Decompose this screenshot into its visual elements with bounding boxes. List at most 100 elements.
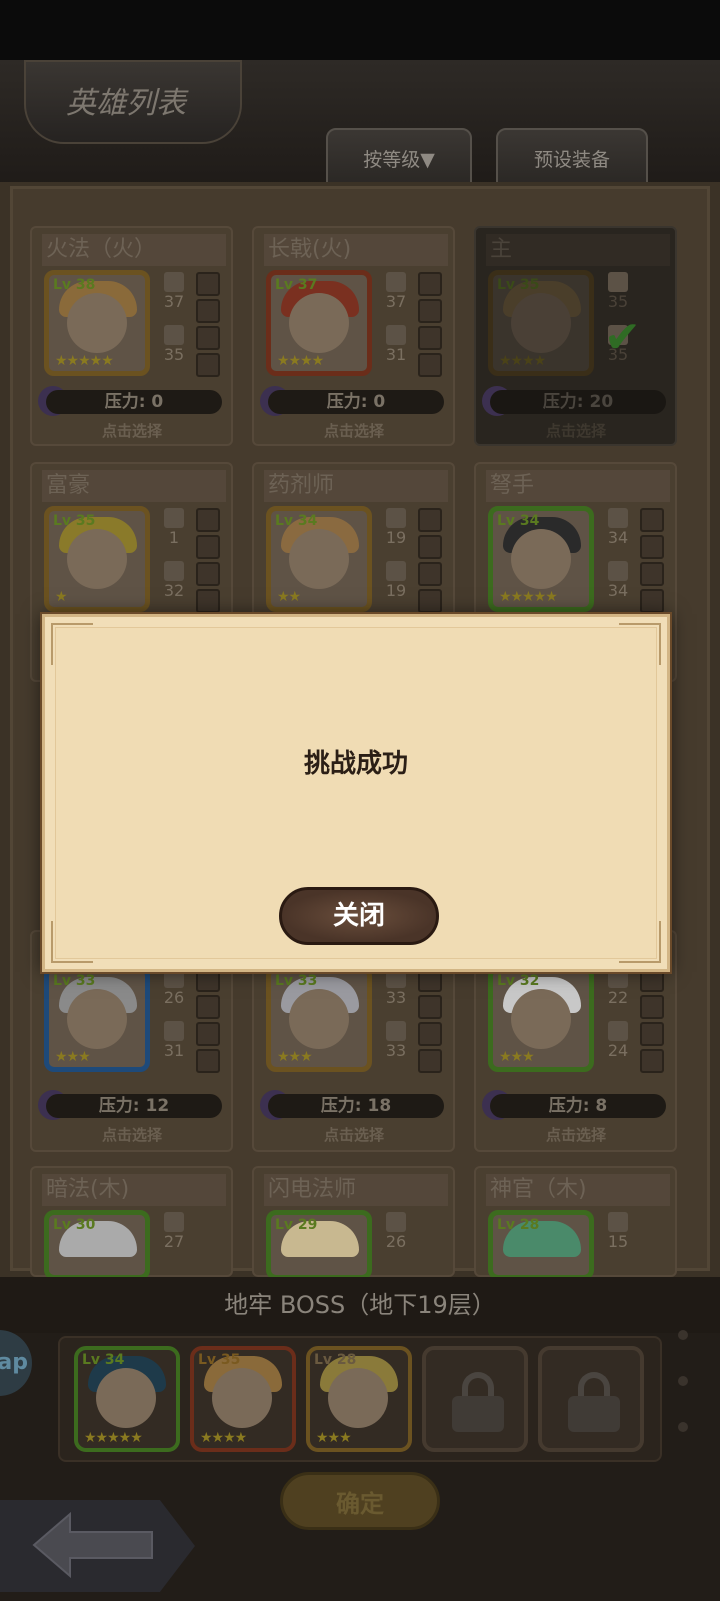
stage-title: 地牢 BOSS（地下19层） <box>0 1277 720 1333</box>
hero-card[interactable]: 暗法(木) Lv 30 27 <box>30 1166 233 1280</box>
hero-level: Lv 33 <box>275 973 318 989</box>
hero-portrait: Lv 28 <box>488 1210 594 1280</box>
equipment-slots <box>196 272 220 380</box>
hero-stars: ★★★★ <box>499 353 546 369</box>
hero-card[interactable]: 闪电法师 Lv 29 26 <box>252 1166 455 1280</box>
success-dialog: 挑战成功 关闭 <box>42 614 670 972</box>
hero-portrait: Lv 30 <box>44 1210 150 1280</box>
select-label[interactable]: 点击选择 <box>264 420 444 440</box>
defense-value: 31 <box>385 345 407 364</box>
attack-value: 37 <box>163 292 185 311</box>
hero-level: Lv 34 <box>275 513 318 529</box>
rivet <box>678 1376 688 1386</box>
sword-icon <box>164 508 184 528</box>
equipment-slots <box>418 508 442 616</box>
helmet-icon <box>386 1021 406 1041</box>
status-bar <box>0 0 720 60</box>
sword-icon <box>608 272 628 292</box>
hero-level: Lv 35 <box>497 277 540 293</box>
hero-stats: 19 19 <box>376 508 416 614</box>
lock-icon <box>568 1372 620 1432</box>
hero-name: 弩手 <box>486 470 670 502</box>
team-slot-3[interactable]: Lv 28 ★★★ <box>306 1346 412 1452</box>
hero-level: Lv 34 <box>497 513 540 529</box>
hero-stats: 1 32 <box>154 508 194 614</box>
helmet-icon <box>386 561 406 581</box>
hero-portrait: Lv 33 ★★★ <box>44 966 150 1072</box>
rivet <box>678 1330 688 1340</box>
page-title: 英雄列表 <box>66 86 186 121</box>
preset-equipment-tab[interactable]: 预设装备 <box>496 128 648 188</box>
helmet-icon <box>608 1021 628 1041</box>
hero-portrait: Lv 34 ★★ <box>266 506 372 612</box>
sword-icon <box>164 1212 184 1232</box>
select-label[interactable]: 点击选择 <box>486 1124 666 1144</box>
hero-portrait: Lv 38 ★★★★★ <box>44 270 150 376</box>
team-hero-level: Lv 35 <box>198 1352 241 1368</box>
defense-value: 19 <box>385 581 407 600</box>
hero-level: Lv 33 <box>53 973 96 989</box>
hero-portrait: Lv 29 <box>266 1210 372 1280</box>
team-slot-locked[interactable] <box>538 1346 644 1452</box>
attack-value: 34 <box>607 528 629 547</box>
team-slot-locked[interactable] <box>422 1346 528 1452</box>
attack-value: 37 <box>385 292 407 311</box>
hero-portrait: Lv 35 ★★★★ <box>488 270 594 376</box>
hero-level: Lv 37 <box>275 277 318 293</box>
hero-level: Lv 35 <box>53 513 96 529</box>
helmet-icon <box>608 561 628 581</box>
dialog-corner <box>51 921 93 963</box>
pressure-value: 压力: 12 <box>46 1094 222 1118</box>
sword-icon <box>386 1212 406 1232</box>
pressure-value: 压力: 20 <box>490 390 666 414</box>
equipment-slots <box>418 272 442 380</box>
dialog-corner <box>51 623 93 665</box>
hero-stats: 37 31 <box>376 272 416 378</box>
pressure-value: 压力: 18 <box>268 1094 444 1118</box>
attack-value: 27 <box>163 1232 185 1251</box>
hero-stars: ★★★★ <box>277 353 324 369</box>
dialog-corner <box>619 921 661 963</box>
hero-name: 闪电法师 <box>264 1174 448 1206</box>
defense-value: 32 <box>163 581 185 600</box>
hero-name: 火法（火） <box>42 234 226 266</box>
hero-level: Lv 29 <box>275 1217 318 1233</box>
select-label[interactable]: 点击选择 <box>42 1124 222 1144</box>
hero-stars: ★★★ <box>499 1049 535 1065</box>
select-label[interactable]: 点击选择 <box>486 420 666 440</box>
sword-icon <box>608 1212 628 1232</box>
helmet-icon <box>386 325 406 345</box>
attack-value: 19 <box>385 528 407 547</box>
confirm-button[interactable]: 确定 <box>280 1472 440 1530</box>
hero-stars: ★ <box>55 589 68 605</box>
hero-stats: 27 <box>154 1212 194 1265</box>
team-hero-stars: ★★★ <box>316 1430 352 1446</box>
hero-card[interactable]: 火法（火） Lv 38 ★★★★★ 37 35 压力: 0 点击选择 <box>30 226 233 446</box>
pressure-value: 压力: 0 <box>268 390 444 414</box>
defense-value: 34 <box>607 581 629 600</box>
team-hero-level: Lv 28 <box>314 1352 357 1368</box>
close-button[interactable]: 关闭 <box>279 887 439 945</box>
hero-stars: ★★ <box>277 589 301 605</box>
select-label[interactable]: 点击选择 <box>42 420 222 440</box>
attack-value: 22 <box>607 988 629 1007</box>
team-slot-2[interactable]: Lv 35 ★★★★ <box>190 1346 296 1452</box>
equipment-slots <box>640 968 664 1076</box>
hero-card[interactable]: 神官（木) Lv 28 15 <box>474 1166 677 1280</box>
defense-value: 24 <box>607 1041 629 1060</box>
hero-card[interactable]: 长戟(火) Lv 37 ★★★★ 37 31 压力: 0 点击选择 <box>252 226 455 446</box>
hero-card-selected[interactable]: 主 Lv 35 ★★★★ 35 35 ✔ 压力: 20 点击选择 <box>474 226 677 446</box>
team-slot-1[interactable]: Lv 34 ★★★★★ <box>74 1346 180 1452</box>
select-label[interactable]: 点击选择 <box>264 1124 444 1144</box>
hero-stats: 26 31 <box>154 968 194 1074</box>
sort-by-level-tab[interactable]: 按等级▼ <box>326 128 472 188</box>
hero-stats: 33 33 <box>376 968 416 1074</box>
hero-portrait: Lv 32 ★★★ <box>488 966 594 1072</box>
hero-stars: ★★★★★ <box>55 353 114 369</box>
hero-stars: ★★★★★ <box>499 589 558 605</box>
hero-portrait: Lv 33 ★★★ <box>266 966 372 1072</box>
check-icon: ✔ <box>604 312 641 363</box>
helmet-icon <box>164 1021 184 1041</box>
equipment-slots <box>418 968 442 1076</box>
lock-icon <box>452 1372 504 1432</box>
